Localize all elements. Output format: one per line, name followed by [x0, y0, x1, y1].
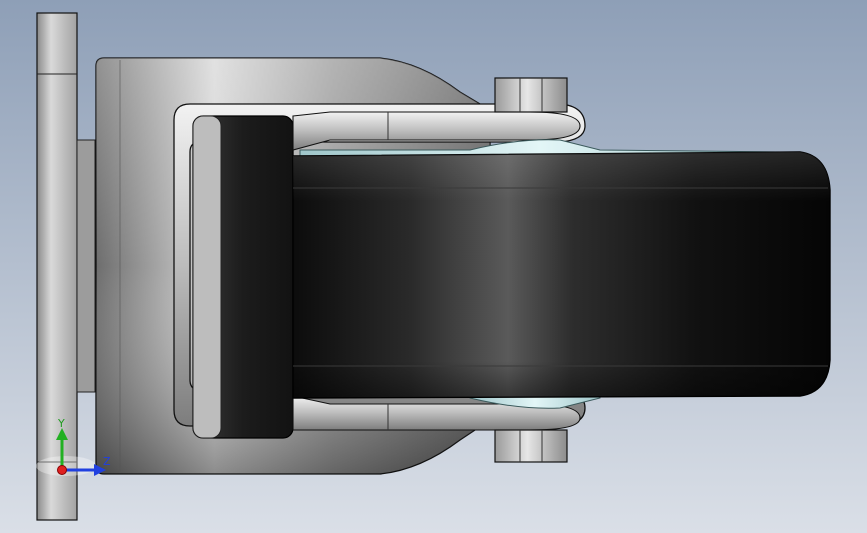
z-axis-label: Z	[103, 455, 111, 468]
axle-nut-bottom[interactable]	[494, 429, 568, 463]
wheel-tire[interactable]	[292, 151, 831, 399]
cad-viewport[interactable]: Y Z	[0, 0, 867, 533]
model-canvas[interactable]: Y Z	[0, 0, 867, 533]
y-axis-label: Y	[57, 417, 65, 430]
x-axis-point	[57, 465, 67, 475]
bumper-pad[interactable]	[192, 115, 294, 439]
axle-nut-top[interactable]	[494, 77, 568, 113]
plate-boss	[76, 139, 96, 393]
